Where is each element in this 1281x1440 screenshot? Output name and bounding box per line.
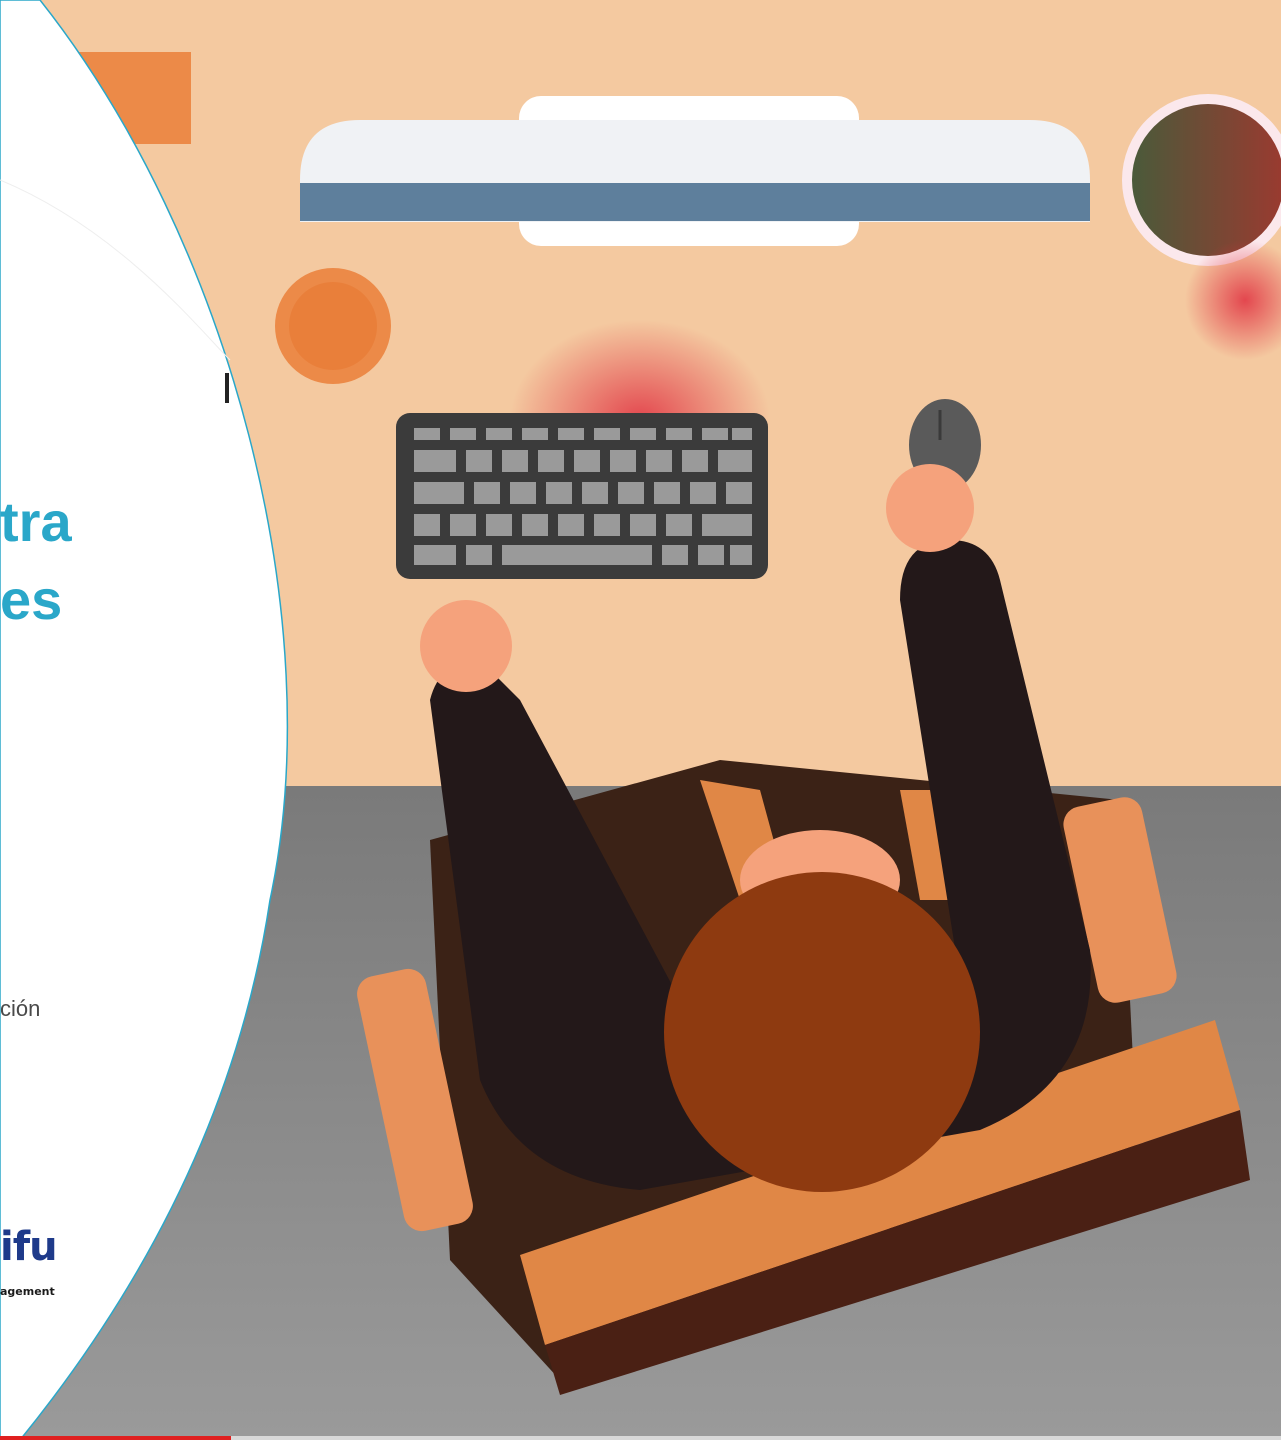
video-progress-fill [0,1436,231,1440]
company-logo: ifu [0,1224,58,1270]
video-progress-bar[interactable] [0,1436,1281,1440]
slide-title-line-2: es [0,568,63,631]
slide-panel [0,0,289,1440]
slide-subtitle: ción [0,996,41,1021]
slide-title-line-1: tra [0,490,72,553]
video-frame[interactable]: tra es ción ifu agement [0,0,1281,1440]
company-tagline: agement [0,1285,55,1298]
